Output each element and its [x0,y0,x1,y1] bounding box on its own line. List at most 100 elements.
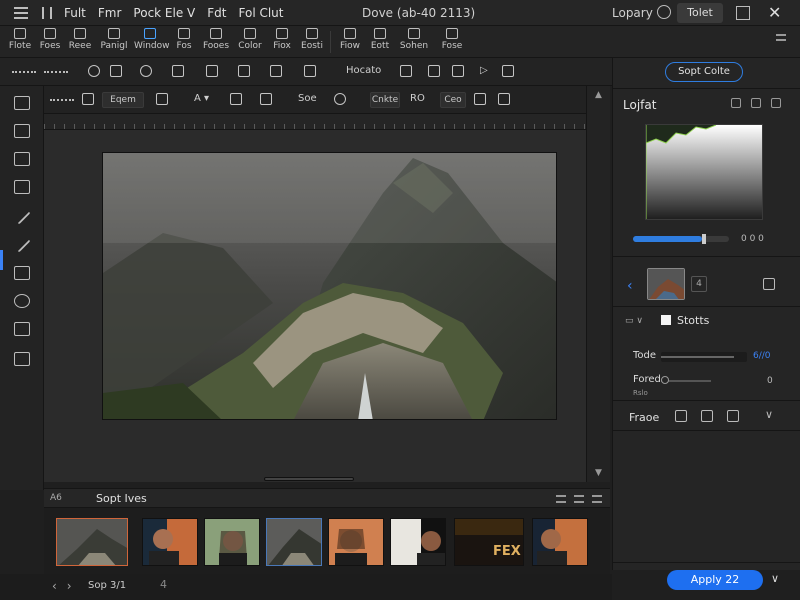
mountain-photo[interactable] [102,152,557,420]
color-field[interactable]: Cnkte [370,92,400,108]
ribbon-tool-0[interactable]: Flote [4,28,36,51]
vertical-scrollbar[interactable]: ▲ ▼ [586,86,610,482]
crop-icon[interactable] [270,65,282,77]
panel-mode-button[interactable]: Sopt Colte [665,62,743,82]
menu-icon[interactable] [771,98,781,108]
ribbon-tool-2[interactable]: Reee [64,28,96,51]
clock-tool-icon[interactable] [14,294,30,308]
ribbon-tool-1[interactable]: Foes [34,28,66,51]
ribbon-tool-11[interactable]: Eott [364,28,396,51]
size-label[interactable]: Soe [298,93,317,107]
transform-tool-icon[interactable] [14,180,30,194]
preset-dropdown[interactable]: Hocato [346,65,381,79]
align-icon[interactable] [474,93,486,105]
count-field[interactable]: Ceo [440,92,466,108]
filmstrip-thumb[interactable] [56,518,128,566]
menu-item-view[interactable]: Pock Ele V [133,6,195,20]
text-icon[interactable] [304,65,316,77]
filmstrip-thumb[interactable] [266,518,322,566]
ribbon-tool-4[interactable]: Window [134,28,170,51]
ribbon-tool-9[interactable]: Eosti [296,28,328,51]
display-icon[interactable] [502,65,514,77]
menu-item-tools[interactable]: Fol Clut [239,6,284,20]
layers-tool-icon[interactable] [14,152,30,166]
pencil-tool-icon[interactable] [13,207,31,225]
mode-field[interactable]: Eqem [102,92,144,108]
selected-layer-thumbnail[interactable] [647,268,685,300]
tone-curve-graph[interactable] [645,124,763,220]
scroll-thumb[interactable] [264,477,354,481]
ribbon-tool-13[interactable]: Fose [436,28,468,51]
ribbon-overflow-icon[interactable] [776,34,786,44]
pen-icon[interactable] [82,93,94,105]
dots-icon[interactable] [50,99,74,101]
ribbon-tool-5[interactable]: Fos [168,28,200,51]
fixed-slider-handle[interactable] [661,376,669,384]
ribbon-tool-3[interactable]: Panigl [98,28,130,51]
horizontal-scrollbar[interactable] [44,476,586,482]
frame-icon[interactable] [230,93,242,105]
eyedropper-tool-icon[interactable] [13,235,31,253]
settings-icon[interactable] [731,98,741,108]
play-icon[interactable]: ▷ [480,65,488,79]
ribbon-tool-7[interactable]: Color [234,28,266,51]
history-icon[interactable] [657,5,671,19]
type-icon[interactable]: A ▾ [194,93,209,107]
layer-badge-icon[interactable]: 4 [691,276,707,292]
move-tool-icon[interactable] [14,96,30,110]
filmstrip-thumb[interactable] [532,518,588,566]
document-icon[interactable] [701,410,713,422]
grid-icon[interactable] [592,495,602,503]
rectangle-icon[interactable] [238,65,250,77]
stack-tool-icon[interactable] [14,266,30,280]
ribbon-tool-10[interactable]: Fiow [334,28,366,51]
menu-item-file[interactable]: Fult [64,6,86,20]
chevron-left-icon[interactable]: ‹ [627,278,633,294]
ribbon-tool-8[interactable]: Fiox [266,28,298,51]
list-icon[interactable] [574,495,584,503]
visibility-icon[interactable]: ▭ ∨ [625,316,643,326]
menu-icon[interactable] [498,93,510,105]
filmstrip-thumb[interactable] [390,518,446,566]
layer-settings-icon[interactable] [763,278,775,290]
calculator-icon[interactable] [428,65,440,77]
filmstrip-thumb[interactable] [204,518,260,566]
filmstrip-thumb[interactable] [142,518,198,566]
collapse-icon[interactable] [556,495,566,503]
print-icon[interactable] [400,65,412,77]
bookmark-icon[interactable] [452,65,464,77]
filmstrip-thumb[interactable]: FEX [454,518,524,566]
menu-item-edit[interactable]: Fmr [98,6,122,20]
transform-icon[interactable] [727,410,739,422]
scroll-down-icon[interactable]: ▼ [595,468,602,478]
tone-bar[interactable] [661,352,747,362]
layer-checkbox[interactable] [661,315,671,325]
warning-icon[interactable] [675,410,687,422]
close-icon[interactable]: ✕ [768,3,781,22]
apply-button[interactable]: Apply 22 [667,570,763,590]
list-icon[interactable] [751,98,761,108]
list-icon[interactable] [206,65,218,77]
brush-icon[interactable] [110,65,122,77]
dots-icon[interactable] [12,71,36,73]
nav-arrows-icon[interactable]: ‹› [52,579,82,593]
menu-item-format[interactable]: Fdt [207,6,226,20]
marquee-tool-icon[interactable] [14,124,30,138]
chevron-down-icon[interactable]: ∨ [765,408,773,421]
scroll-up-icon[interactable]: ▲ [595,90,602,100]
slider-handle[interactable] [702,234,707,244]
chevron-down-icon[interactable]: ∨ [771,572,779,585]
app-menu-icon[interactable] [14,6,28,19]
stamp-icon[interactable] [156,93,168,105]
library-link[interactable]: Lopary [612,6,653,20]
ribbon-tool-12[interactable]: Sohen [398,28,430,51]
dots-icon[interactable] [44,71,68,73]
search-icon[interactable] [140,65,152,77]
grid-tool-icon[interactable] [14,352,30,366]
zoom-icon[interactable] [334,93,346,105]
zoom-icon[interactable] [88,65,100,77]
lasso-icon[interactable] [172,65,184,77]
select-button[interactable]: Tolet [677,3,723,23]
exposure-slider[interactable] [633,234,729,244]
adjust-icon[interactable] [260,93,272,105]
